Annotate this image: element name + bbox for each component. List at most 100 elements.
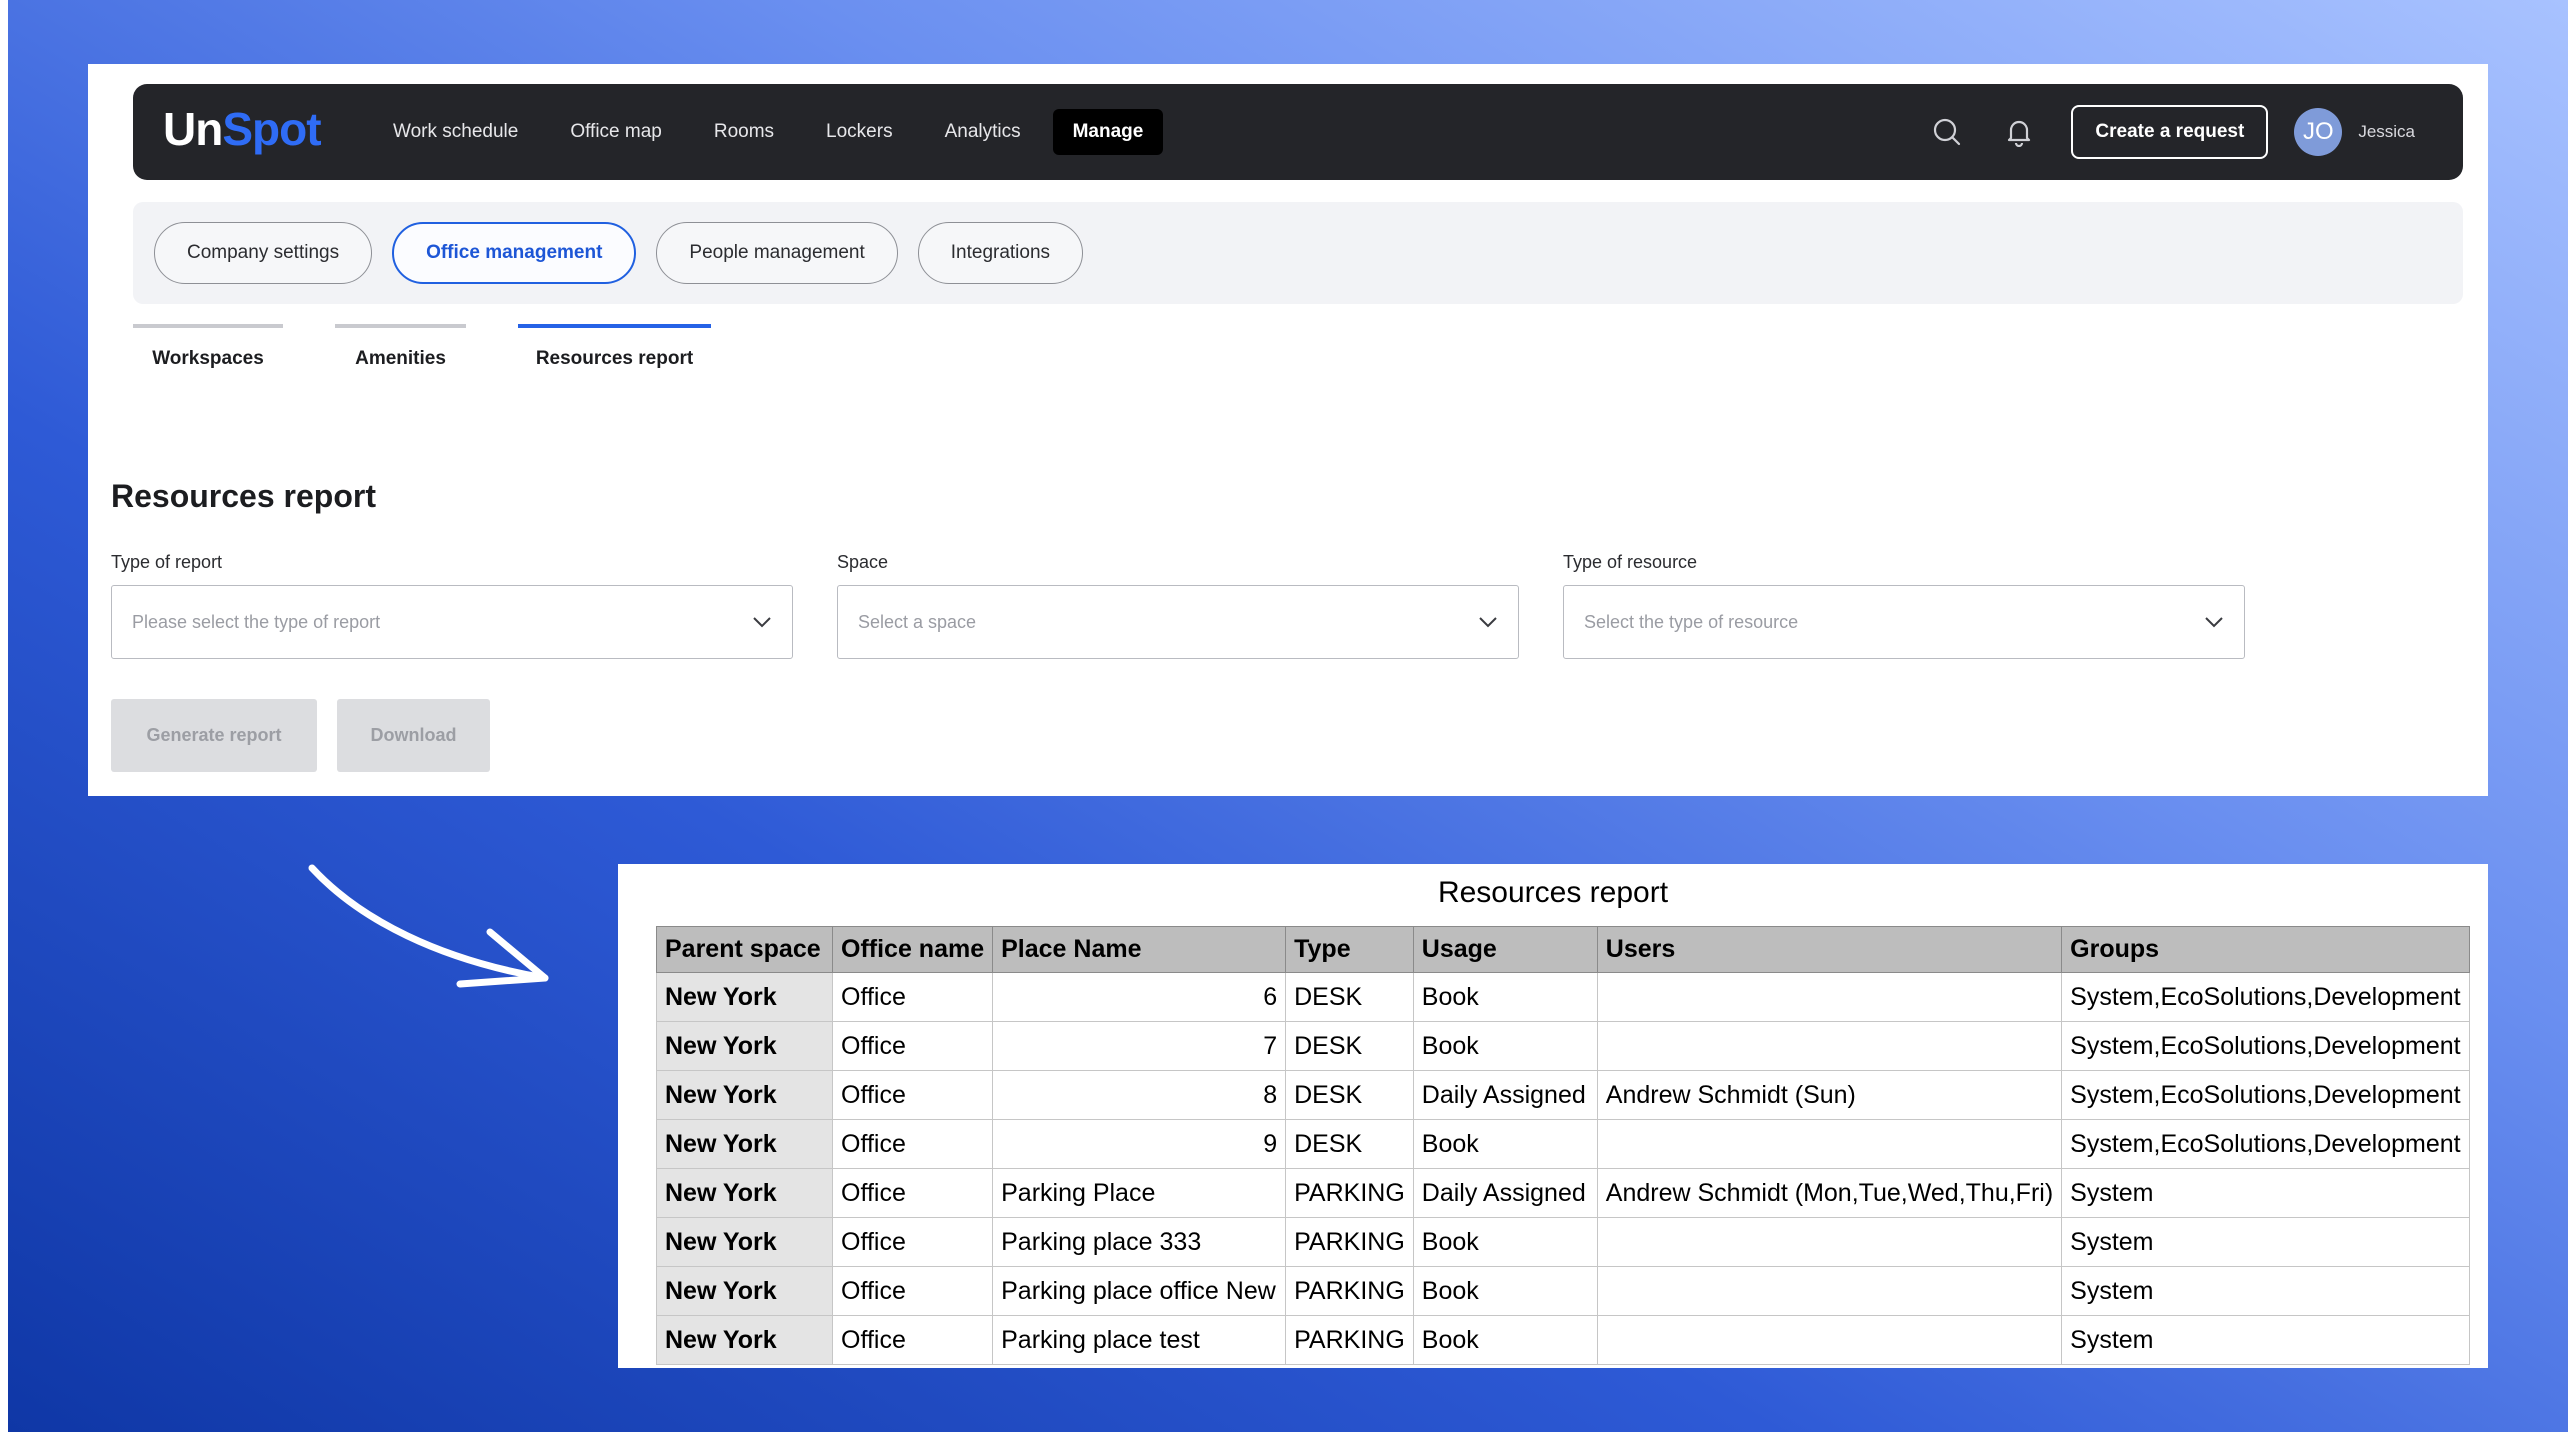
table-cell: 8 bbox=[992, 1070, 1287, 1120]
table-header-row: Parent space Office name Place Name Type… bbox=[656, 926, 2470, 973]
type-of-report-placeholder: Please select the type of report bbox=[132, 611, 381, 632]
table-row: New York Office Parking Place PARKING Daily … bbox=[656, 1168, 2470, 1218]
table-cell: Book bbox=[1412, 1315, 1598, 1365]
table-cell: DESK bbox=[1285, 1021, 1414, 1071]
generate-report-button[interactable]: Generate report bbox=[111, 699, 317, 772]
table-cell: New York bbox=[656, 1168, 833, 1218]
table-cell: New York bbox=[656, 1021, 833, 1071]
column-header: Users bbox=[1596, 926, 2063, 973]
column-header: Parent space bbox=[656, 926, 833, 973]
table-cell bbox=[1596, 972, 2063, 1022]
table-cell bbox=[1596, 1119, 2063, 1169]
table-row: New York Office Parking place office New PA… bbox=[656, 1266, 2470, 1316]
table-cell: 6 bbox=[992, 972, 1287, 1022]
settings-subnav: Company settings Office management Peopl… bbox=[133, 202, 2463, 304]
chevron-down-icon bbox=[1479, 617, 1497, 628]
table-cell: Office bbox=[831, 1217, 994, 1267]
table-cell: Office bbox=[831, 1070, 994, 1120]
tab-amenities[interactable]: Amenities bbox=[335, 324, 466, 370]
office-tabs: Workspaces Amenities Resources report bbox=[133, 324, 763, 370]
table-cell: Office bbox=[831, 972, 994, 1022]
tab-resources-report[interactable]: Resources report bbox=[518, 324, 711, 370]
main-nav: Work schedule Office map Rooms Lockers A… bbox=[373, 84, 1175, 180]
nav-rooms[interactable]: Rooms bbox=[694, 109, 794, 155]
table-cell: Book bbox=[1412, 1217, 1598, 1267]
space-select[interactable]: Select a space bbox=[837, 585, 1519, 659]
search-icon[interactable] bbox=[1927, 112, 1967, 152]
table-cell: PARKING bbox=[1285, 1168, 1414, 1218]
table-cell: Daily Assigned bbox=[1412, 1168, 1598, 1218]
table-cell: System,EcoSolutions,Development bbox=[2061, 972, 2470, 1022]
table-cell: Parking Place bbox=[992, 1168, 1287, 1218]
table-cell: 7 bbox=[992, 1021, 1287, 1071]
table-row: New York Office 7 DESK Book System,EcoSolutio… bbox=[656, 1021, 2470, 1071]
bell-icon[interactable] bbox=[1999, 112, 2039, 152]
table-cell: System bbox=[2061, 1315, 2470, 1365]
table-cell: Office bbox=[831, 1021, 994, 1071]
topbar-actions: Create a request JO Jessica bbox=[1927, 84, 2443, 180]
table-row: New York Office 8 DESK Daily Assigned Andrew … bbox=[656, 1070, 2470, 1120]
space-label: Space bbox=[837, 552, 889, 572]
table-cell: New York bbox=[656, 1266, 833, 1316]
table-cell: Book bbox=[1412, 972, 1598, 1022]
table-cell: System bbox=[2061, 1266, 2470, 1316]
table-cell: Parking place 333 bbox=[992, 1217, 1287, 1267]
table-cell: New York bbox=[656, 972, 833, 1022]
table-cell bbox=[1596, 1217, 2063, 1267]
report-preview: Resources report Parent space Office nam… bbox=[618, 864, 2488, 1368]
table-cell: Daily Assigned bbox=[1412, 1070, 1598, 1120]
table-cell: New York bbox=[656, 1119, 833, 1169]
table-row: New York Office 6 DESK Book System,EcoSolutio… bbox=[656, 972, 2470, 1022]
table-cell: Office bbox=[831, 1119, 994, 1169]
nav-manage[interactable]: Manage bbox=[1052, 109, 1164, 155]
unspot-logo[interactable]: UnSpot bbox=[163, 102, 322, 156]
table-cell: Book bbox=[1412, 1266, 1598, 1316]
table-cell: New York bbox=[656, 1070, 833, 1120]
table-cell bbox=[1596, 1266, 2063, 1316]
report-table: Parent space Office name Place Name Type… bbox=[656, 926, 2470, 1365]
type-of-report-label: Type of report bbox=[111, 552, 223, 572]
tab-workspaces[interactable]: Workspaces bbox=[133, 324, 283, 370]
user-name[interactable]: Jessica bbox=[2358, 122, 2415, 142]
nav-work-schedule[interactable]: Work schedule bbox=[373, 109, 538, 155]
table-cell: System,EcoSolutions,Development bbox=[2061, 1119, 2470, 1169]
table-cell: Office bbox=[831, 1315, 994, 1365]
report-preview-title: Resources report bbox=[1437, 876, 1669, 909]
table-cell: DESK bbox=[1285, 1070, 1414, 1120]
nav-analytics[interactable]: Analytics bbox=[925, 109, 1041, 155]
space-placeholder: Select a space bbox=[858, 611, 977, 632]
table-cell: Parking place test bbox=[992, 1315, 1287, 1365]
table-row: New York Office Parking place 333 PARKING Bo… bbox=[656, 1217, 2470, 1267]
table-cell: PARKING bbox=[1285, 1315, 1414, 1365]
chevron-down-icon bbox=[753, 617, 771, 628]
table-cell: PARKING bbox=[1285, 1217, 1414, 1267]
column-header: Office name bbox=[831, 926, 994, 973]
table-row: New York Office Parking place test PARKING B… bbox=[656, 1315, 2470, 1365]
pill-people-management[interactable]: People management bbox=[656, 222, 898, 284]
chevron-down-icon bbox=[2205, 617, 2223, 628]
create-request-button[interactable]: Create a request bbox=[2071, 105, 2269, 159]
table-cell: System,EcoSolutions,Development bbox=[2061, 1021, 2470, 1071]
avatar[interactable]: JO bbox=[2294, 108, 2343, 156]
table-cell: Andrew Schmidt (Sun) bbox=[1596, 1070, 2063, 1120]
nav-lockers[interactable]: Lockers bbox=[806, 109, 913, 155]
table-row: New York Office 9 DESK Book System,EcoSolutio… bbox=[656, 1119, 2470, 1169]
pill-office-management[interactable]: Office management bbox=[392, 222, 637, 284]
type-of-report-select[interactable]: Please select the type of report bbox=[111, 585, 793, 659]
table-cell bbox=[1596, 1315, 2063, 1365]
column-header: Place Name bbox=[992, 926, 1287, 973]
table-cell: PARKING bbox=[1285, 1266, 1414, 1316]
nav-office-map[interactable]: Office map bbox=[550, 109, 682, 155]
table-cell: Office bbox=[831, 1168, 994, 1218]
table-cell: Book bbox=[1412, 1021, 1598, 1071]
pill-integrations[interactable]: Integrations bbox=[917, 222, 1084, 284]
type-of-resource-label: Type of resource bbox=[1563, 552, 1698, 572]
app-window: UnSpot Work schedule Office map Rooms Lo… bbox=[88, 64, 2488, 796]
table-cell: DESK bbox=[1285, 972, 1414, 1022]
download-button[interactable]: Download bbox=[337, 699, 490, 772]
table-cell: DESK bbox=[1285, 1119, 1414, 1169]
type-of-resource-select[interactable]: Select the type of resource bbox=[1563, 585, 2245, 659]
type-of-resource-field: Type of resource Select the type of reso… bbox=[1563, 552, 2245, 659]
table-cell: New York bbox=[656, 1315, 833, 1365]
pill-company-settings[interactable]: Company settings bbox=[154, 222, 373, 284]
